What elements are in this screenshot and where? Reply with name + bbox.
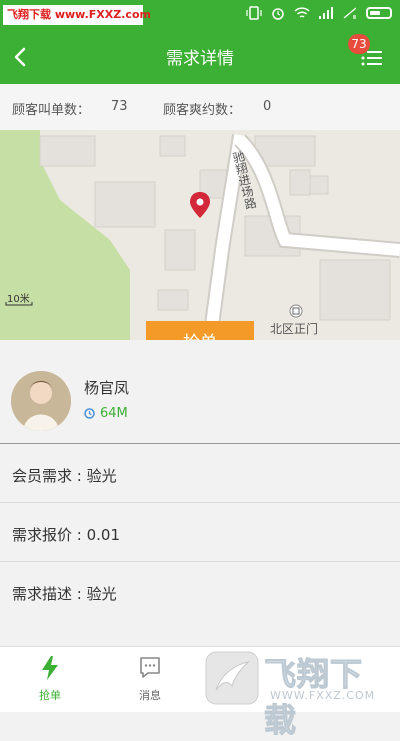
watermark-logo: 飞翔下载 WWW.FXXZ.COM bbox=[204, 647, 394, 740]
poi-label: 北区正门 bbox=[270, 322, 319, 336]
wing-logo-icon bbox=[205, 651, 259, 705]
customer-stats: 顾客叫单数： 73 顾客爽约数： 0 bbox=[0, 84, 400, 130]
vibrate-icon bbox=[246, 6, 262, 20]
bottom-tab-bar: 抢单 消息 飞翔下载 WWW.FXXZ.COM bbox=[0, 646, 400, 740]
signal-icon bbox=[319, 7, 333, 19]
notification-badge: 73 bbox=[348, 34, 370, 54]
description-text: 需求描述 : 验光 bbox=[12, 585, 117, 603]
distance-info: 64M bbox=[84, 406, 128, 421]
calls-label: 顾客叫单数： bbox=[12, 103, 91, 118]
location-map[interactable]: 驰翔进场路 北区正门 10米 bbox=[0, 130, 400, 340]
tab-messages[interactable]: 消息 bbox=[100, 647, 200, 713]
customer-profile: 杨官凤 64M bbox=[0, 340, 400, 444]
breaks-label: 顾客爽约数： bbox=[163, 103, 242, 118]
watermark-label: 飞翔下载 www.FXXZ.com bbox=[3, 5, 151, 25]
status-icons bbox=[246, 6, 392, 20]
distance-value: 64M bbox=[100, 406, 128, 421]
gate-poi-icon bbox=[289, 304, 303, 318]
detail-row-price: 需求报价 : 0.01 bbox=[0, 504, 400, 562]
clock-icon bbox=[84, 408, 95, 419]
nav-bar: 需求详情 73 bbox=[0, 30, 400, 84]
battery-icon bbox=[366, 7, 392, 19]
map-scale-label: 10米 bbox=[7, 294, 30, 305]
wifi-icon bbox=[294, 7, 310, 18]
alarm-icon bbox=[272, 8, 284, 20]
map-canvas bbox=[0, 130, 400, 340]
detail-row-demand: 会员需求 : 验光 bbox=[0, 445, 400, 503]
location-pin-icon bbox=[190, 192, 210, 218]
tab-grab-order[interactable]: 抢单 bbox=[0, 647, 100, 713]
chat-bubble-icon bbox=[140, 657, 160, 678]
calls-value: 73 bbox=[111, 99, 128, 114]
price-text: 需求报价 : 0.01 bbox=[12, 526, 120, 544]
breaks-value: 0 bbox=[263, 99, 272, 114]
watermark-url: WWW.FXXZ.COM bbox=[270, 689, 376, 702]
tab-messages-label: 消息 bbox=[139, 689, 161, 702]
tab-grab-label: 抢单 bbox=[39, 689, 61, 702]
lightning-icon bbox=[42, 656, 58, 680]
customer-name: 杨官凤 bbox=[84, 379, 130, 397]
page-title: 需求详情 bbox=[166, 49, 234, 69]
detail-row-description: 需求描述 : 验光 bbox=[0, 563, 400, 621]
signal-off-icon bbox=[343, 7, 357, 19]
avatar bbox=[11, 371, 71, 431]
demand-text: 会员需求 : 验光 bbox=[12, 467, 117, 485]
status-bar: 飞翔下载 www.FXXZ.com bbox=[0, 0, 400, 30]
